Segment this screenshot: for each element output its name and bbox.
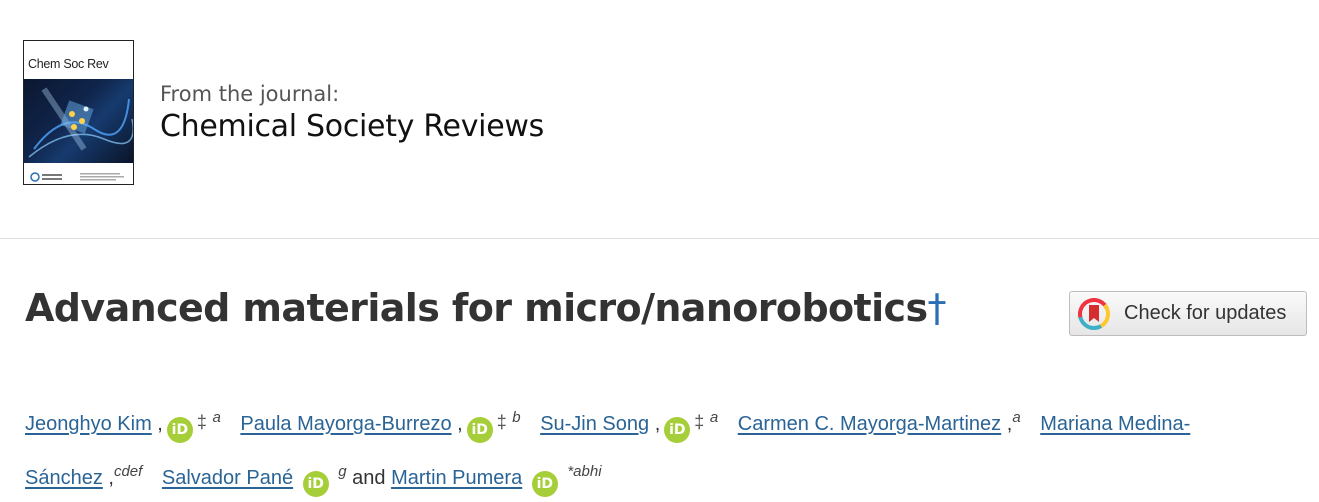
equal-contribution-mark: ‡ [694, 412, 705, 432]
author-link[interactable]: Martin Pumera [391, 467, 522, 489]
authors-conjunction: and [352, 467, 386, 489]
author-list: Jeonghyo Kim , iD ‡ a Paula Mayorga-Burrez… [25, 394, 1300, 502]
equal-contribution-mark: ‡ [196, 412, 207, 432]
author-item: Jeonghyo Kim , iD ‡ a [25, 409, 221, 443]
author-link[interactable]: Carmen C. Mayorga-Martinez [738, 413, 1001, 435]
author-link[interactable]: Jeonghyo Kim [25, 413, 152, 435]
cover-artwork [24, 79, 133, 163]
affiliation-superscript[interactable]: a [710, 409, 718, 426]
affiliation-superscript[interactable]: a [1012, 409, 1020, 426]
journal-name-link[interactable]: Chemical Society Reviews [160, 109, 544, 144]
affiliation-superscript[interactable]: g [338, 463, 346, 480]
author-link[interactable]: Sánchez [25, 467, 103, 489]
author-item: Su-Jin Song , iD ‡ a [540, 409, 718, 443]
journal-header: Chem Soc Rev From the journal: Chemical … [0, 0, 1319, 239]
orcid-icon[interactable]: iD [166, 417, 193, 443]
author-item: Carmen C. Mayorga-Martinez ,a [737, 409, 1021, 435]
journal-from-label: From the journal: [160, 82, 340, 106]
check-for-updates-button[interactable]: Check for updates [1069, 291, 1307, 336]
crossmark-icon [1078, 298, 1110, 330]
article-title-text: Advanced materials for micro/nanorobotic… [25, 286, 928, 330]
affiliation-superscript[interactable]: cdef [114, 463, 142, 480]
orcid-icon[interactable]: iD [531, 471, 558, 497]
equal-contribution-mark: ‡ [496, 412, 507, 432]
author-item: Paula Mayorga-Burrezo , iD ‡ b [240, 409, 521, 443]
affiliation-superscript[interactable]: b [512, 409, 520, 426]
cover-footer [30, 169, 128, 182]
orcid-icon[interactable]: iD [302, 471, 329, 497]
author-link[interactable]: Mariana Medina- [1040, 413, 1190, 435]
check-for-updates-label: Check for updates [1124, 302, 1287, 324]
journal-cover-image[interactable]: Chem Soc Rev [23, 40, 134, 185]
affiliation-superscript[interactable]: *abhi [567, 463, 601, 480]
author-item: Salvador Pané iD g [162, 463, 347, 497]
author-link[interactable]: Su-Jin Song [540, 413, 649, 435]
author-link[interactable]: Salvador Pané [162, 467, 293, 489]
affiliation-superscript[interactable]: a [212, 409, 220, 426]
orcid-icon[interactable]: iD [664, 417, 691, 443]
orcid-icon[interactable]: iD [466, 417, 493, 443]
author-link[interactable]: Paula Mayorga-Burrezo [240, 413, 451, 435]
article-title: Advanced materials for micro/nanorobotic… [25, 286, 947, 330]
author-item: Martin Pumera iD *abhi [391, 463, 602, 497]
title-footnote-dagger[interactable]: † [928, 286, 947, 330]
cover-title: Chem Soc Rev [28, 57, 109, 71]
